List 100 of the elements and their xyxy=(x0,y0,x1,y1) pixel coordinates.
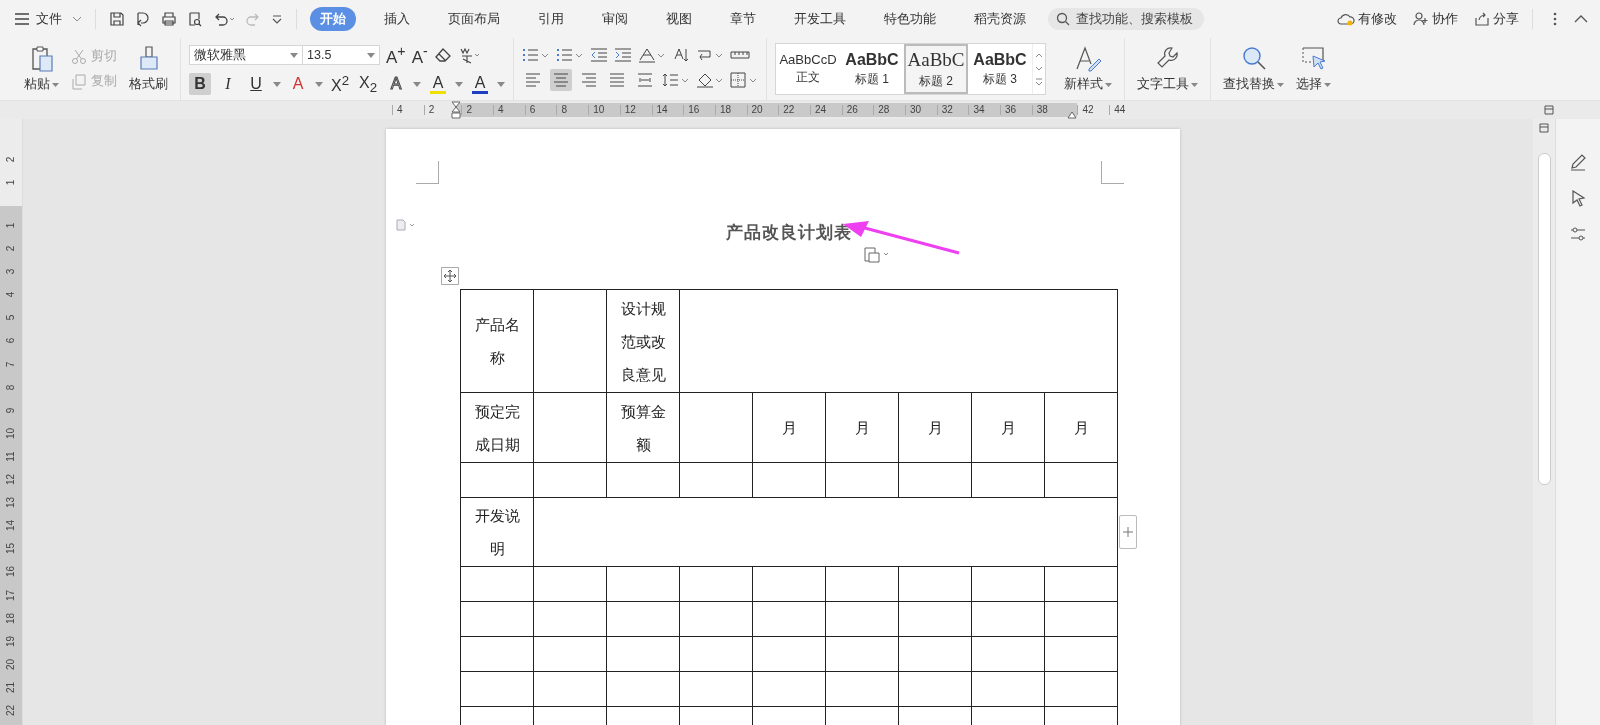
line-break-icon[interactable] xyxy=(696,47,724,63)
eraser-icon[interactable] xyxy=(433,47,452,63)
table-cell: 月 xyxy=(825,392,899,463)
add-column-button[interactable] xyxy=(1119,515,1137,549)
caret-icon[interactable] xyxy=(413,81,421,87)
caret-icon[interactable] xyxy=(455,81,463,87)
ruler-number: 10 xyxy=(588,105,620,115)
format-button[interactable]: A xyxy=(287,73,309,96)
format-button[interactable]: U xyxy=(245,73,267,96)
share-button[interactable]: 分享 xyxy=(1474,10,1519,28)
text-direction-icon[interactable] xyxy=(638,47,666,63)
changes-button[interactable]: 有修改 xyxy=(1337,10,1397,28)
grow-font-button[interactable]: A$^{+}$ xyxy=(386,42,406,68)
find-replace-button[interactable]: 查找替换 xyxy=(1219,45,1288,93)
view-toggle-icon[interactable] xyxy=(1539,123,1549,133)
caret-icon xyxy=(1191,82,1198,87)
decrease-indent-icon[interactable] xyxy=(590,47,608,63)
font-name-field[interactable]: 微软雅黑 xyxy=(189,45,303,65)
cursor-icon[interactable] xyxy=(1569,189,1587,207)
format-button[interactable]: A xyxy=(427,73,449,96)
save-icon[interactable] xyxy=(109,11,125,27)
ruler-number: 8 xyxy=(556,105,589,115)
search-field[interactable]: 查找功能、搜索模板 xyxy=(1048,8,1204,30)
format-button[interactable]: A xyxy=(385,73,407,96)
ruler-number: 12 xyxy=(619,105,652,115)
customize-caret-icon[interactable] xyxy=(271,13,283,25)
menu-tab[interactable]: 特色功能 xyxy=(874,7,946,31)
table-cell: 预定完成日期 xyxy=(460,392,534,463)
cloud-icon xyxy=(1337,12,1355,26)
menu-tab[interactable]: 视图 xyxy=(656,7,702,31)
ruler-number: 42 xyxy=(1077,105,1110,115)
increase-indent-icon[interactable] xyxy=(614,47,632,63)
format-button[interactable]: A xyxy=(469,73,491,96)
format-button[interactable]: I xyxy=(217,73,239,96)
table-cell: 产品名称 xyxy=(460,289,534,393)
caret-icon xyxy=(1324,82,1331,87)
ruler-number: 28 xyxy=(873,105,905,115)
ruler-number: 24 xyxy=(809,105,842,115)
style-option[interactable]: AaBbCcD 正文 xyxy=(776,44,840,94)
menu-tab[interactable]: 引用 xyxy=(528,7,574,31)
gallery-scroll-icon[interactable] xyxy=(1035,51,1043,87)
new-style-button[interactable]: 新样式 xyxy=(1060,45,1116,93)
format-button[interactable]: X$^{2}$ xyxy=(329,73,351,96)
line-spacing-icon[interactable] xyxy=(662,72,690,88)
undo-icon[interactable] xyxy=(213,11,235,27)
menu-tab[interactable]: 插入 xyxy=(374,7,420,31)
text-tools-button[interactable]: 文字工具 xyxy=(1133,45,1202,93)
export-icon[interactable] xyxy=(135,11,151,27)
caret-icon[interactable] xyxy=(315,81,323,87)
caret-icon[interactable] xyxy=(72,16,82,22)
ruler-number: 2 xyxy=(461,105,494,115)
sliders-icon[interactable] xyxy=(1569,225,1587,243)
caret-icon[interactable] xyxy=(273,81,281,87)
ruler-number: 4 xyxy=(392,105,424,115)
menu-tab[interactable]: 稻壳资源 xyxy=(964,7,1036,31)
print-preview-icon[interactable] xyxy=(187,11,203,27)
ruler-number: 6 xyxy=(524,105,557,115)
style-option[interactable]: AaBbC 标题 2 xyxy=(904,44,968,94)
move-handle-icon[interactable] xyxy=(441,267,459,285)
print-icon[interactable] xyxy=(161,11,177,27)
paste-options-icon[interactable] xyxy=(863,245,891,263)
numbered-list-icon[interactable] xyxy=(556,47,584,63)
bullet-list-icon[interactable] xyxy=(522,47,550,63)
shrink-font-button[interactable]: A$^{-}$ xyxy=(411,42,428,68)
ruler-number: 44 xyxy=(1109,105,1141,115)
font-size-field[interactable]: 13.5 xyxy=(302,45,380,65)
document-icon[interactable] xyxy=(396,219,416,231)
style-option[interactable]: AaBbC 标题 3 xyxy=(968,44,1032,94)
sort-icon[interactable] xyxy=(672,47,690,63)
borders-icon[interactable] xyxy=(730,72,758,88)
format-button[interactable]: B xyxy=(189,73,211,96)
more-icon[interactable] xyxy=(1552,12,1558,26)
format-painter-button[interactable]: 格式刷 xyxy=(125,45,172,93)
menu-icon[interactable] xyxy=(14,12,30,26)
indent-marker-icon[interactable] xyxy=(451,101,462,119)
align-button[interactable] xyxy=(550,69,572,91)
table-cell: 月 xyxy=(971,392,1045,463)
caret-icon[interactable] xyxy=(497,81,505,87)
scrollbar-thumb[interactable] xyxy=(1537,153,1551,485)
menu-tab[interactable]: 页面布局 xyxy=(438,7,510,31)
ruler-number: 36 xyxy=(1000,105,1032,115)
paste-button[interactable]: 粘贴 xyxy=(20,45,63,93)
menu-tab[interactable]: 审阅 xyxy=(592,7,638,31)
shading-icon[interactable] xyxy=(696,72,724,88)
select-button[interactable]: 选择 xyxy=(1292,45,1335,93)
table-cell: 预算金额 xyxy=(606,392,680,463)
file-menu[interactable]: 文件 xyxy=(36,10,62,28)
ruler-toggle-icon[interactable] xyxy=(1544,105,1554,115)
style-option[interactable]: AaBbC 标题 1 xyxy=(840,44,904,94)
collaborate-button[interactable]: 协作 xyxy=(1413,10,1458,28)
menu-tab[interactable]: 章节 xyxy=(720,7,766,31)
menu-tab[interactable]: 开发工具 xyxy=(784,7,856,31)
pen-letter-icon xyxy=(1074,45,1102,73)
pen-icon[interactable] xyxy=(1569,153,1587,171)
add-user-icon xyxy=(1413,12,1429,26)
vertical-ruler[interactable]: 2 1 1 2 3 4 5 6 7 8 9 10 11 12 13 14 15 16 17 18 19 20 21 22 xyxy=(0,119,23,725)
format-button[interactable]: X$_{2}$ xyxy=(357,73,379,96)
ruler-number: 4 xyxy=(493,105,525,115)
collapse-icon[interactable] xyxy=(1574,14,1588,24)
ruler-number: 30 xyxy=(905,105,937,115)
